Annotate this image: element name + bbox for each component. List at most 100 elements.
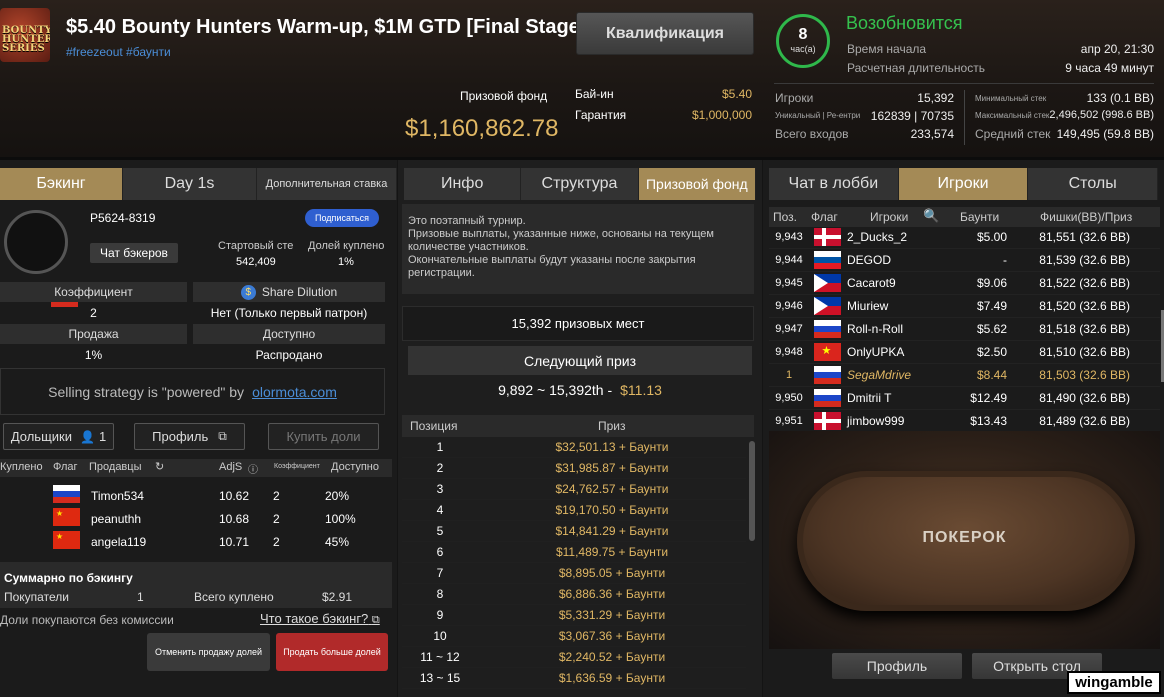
prize-row: 10 $3,067.36 + Баунти bbox=[402, 626, 746, 647]
russia-flag-icon bbox=[813, 366, 841, 384]
buy-shares-button[interactable]: Купить доли bbox=[268, 423, 379, 450]
max-stack-value: 2,496,502 (998.6 BB) bbox=[1049, 109, 1154, 121]
tab-day1s[interactable]: Day 1s bbox=[123, 168, 257, 200]
tab-lobby-chat[interactable]: Чат в лобби bbox=[769, 168, 899, 200]
players-list: 9,943 2_Ducks_2 $5.00 81,551 (32.6 BB) 9,94… bbox=[769, 226, 1160, 430]
russia-flag-icon bbox=[813, 320, 841, 338]
prize-row: 5 $14,841.29 + Баунти bbox=[402, 521, 746, 542]
prize-list-scrollbar[interactable] bbox=[749, 441, 755, 541]
min-stack-label: Минимальный стек bbox=[975, 94, 1047, 103]
share-dilution-value: Нет (Только первый патрон) bbox=[210, 306, 368, 320]
shareholders-label: Дольщики bbox=[10, 429, 72, 444]
tournament-tags[interactable]: #freezeout #баунти bbox=[66, 45, 171, 59]
buyers-label: Покупатели bbox=[4, 590, 69, 604]
seller-available: 20% bbox=[325, 488, 350, 503]
start-time-value: апр 20, 21:30 bbox=[1080, 42, 1154, 56]
min-stack-value: 133 (0.1 BB) bbox=[1086, 91, 1154, 105]
sell-more-button[interactable]: Продать больше долей bbox=[276, 633, 388, 671]
col-flag: Флаг bbox=[811, 210, 838, 224]
seller-row[interactable]: peanuthh 10.68 2 100% bbox=[0, 507, 392, 530]
col-flag: Флаг bbox=[53, 461, 78, 473]
available-value: Распродано bbox=[255, 348, 323, 362]
denmark-flag-icon bbox=[813, 228, 841, 246]
share-dilution-icon: $ bbox=[240, 284, 256, 300]
guarantee-label: Гарантия bbox=[575, 108, 627, 122]
tab-info[interactable]: Инфо bbox=[404, 168, 522, 200]
player-row[interactable]: 9,951 jimbow999 $13.43 81,489 (32.6 BB) bbox=[769, 410, 1160, 430]
tab-players[interactable]: Игроки bbox=[898, 168, 1029, 200]
tab-prize-pool[interactable]: Призовой фонд bbox=[638, 168, 756, 200]
col-players: Игроки bbox=[870, 210, 909, 224]
tab-extra-bet[interactable]: Дополнительная ставка bbox=[257, 168, 397, 200]
info-icon[interactable]: ⓘ bbox=[248, 461, 258, 476]
seller-coef: 2 bbox=[273, 511, 280, 526]
players-panel: Чат в лобби Игроки Столы Поз. Флаг Игрок… bbox=[763, 160, 1164, 697]
col-position: Поз. bbox=[773, 210, 797, 224]
col-chips: Фишки(BB)/Приз bbox=[1040, 210, 1133, 224]
backers-chat-button[interactable]: Чат бэкеров bbox=[90, 243, 178, 263]
prize-row: 11 ~ 12 $2,240.52 + Баунти bbox=[402, 647, 746, 668]
prize-panel: Инфо Структура Призовой фонд Это поэтапн… bbox=[398, 160, 762, 697]
player-row-highlighted[interactable]: 1 SegaMdrive $8.44 81,503 (32.6 BB) bbox=[769, 364, 1160, 387]
external-link-icon: ⧉ bbox=[371, 614, 380, 626]
prize-table-header: Позиция Приз bbox=[402, 415, 754, 437]
what-is-backing-link[interactable]: Что такое бэкинг? ⧉ bbox=[260, 611, 380, 627]
max-stack-label: Максимальный стек bbox=[975, 111, 1050, 120]
tournament-logo: BOUNTY HUNTERS SERIES bbox=[0, 8, 50, 62]
refresh-icon[interactable]: ↻ bbox=[155, 460, 164, 473]
qualification-button[interactable]: Квалификация bbox=[576, 12, 754, 55]
prize-row: 13 ~ 15 $1,636.59 + Баунти bbox=[402, 668, 746, 689]
vietnam-flag-icon bbox=[813, 343, 841, 361]
sale-label: Продажа bbox=[0, 324, 187, 344]
col-coef: Коэффициент bbox=[274, 463, 320, 470]
seller-row[interactable]: angela119 10.71 2 45% bbox=[0, 530, 392, 553]
player-row[interactable]: 9,944 DEGOD -81,539 (32.6 BB) bbox=[769, 249, 1160, 272]
denmark-flag-icon bbox=[813, 412, 841, 430]
player-profile-button[interactable]: Профиль bbox=[832, 653, 962, 679]
philippines-flag-icon bbox=[813, 297, 841, 315]
prize-note: Это поэтапный турнир. Призовые выплаты, … bbox=[402, 204, 754, 294]
tab-structure[interactable]: Структура bbox=[521, 168, 639, 200]
cancel-sale-button[interactable]: Отменить продажу долей bbox=[147, 633, 270, 671]
selling-strategy-link[interactable]: olormota.com bbox=[252, 384, 337, 400]
stats-vertical-divider bbox=[964, 90, 965, 145]
tournament-header: BOUNTY HUNTERS SERIES $5.40 Bounty Hunte… bbox=[0, 0, 1164, 157]
next-prize-label: Следующий приз bbox=[408, 346, 752, 375]
shareholders-button[interactable]: Дольщики 👤 1 bbox=[3, 423, 114, 450]
buyin-value: $5.40 bbox=[721, 87, 752, 101]
prize-row: 1 $32,501.13 + Баунти bbox=[402, 437, 746, 458]
unique-reentry-label: Уникальный | Ре-ентри bbox=[775, 111, 861, 120]
prize-pool-value: $1,160,862.78 bbox=[405, 115, 559, 142]
tab-tables[interactable]: Столы bbox=[1028, 168, 1159, 200]
backing-summary: Суммарно по бэкингу Покупатели 1 Всего к… bbox=[0, 562, 392, 608]
slovenia-flag-icon bbox=[813, 251, 841, 269]
china-flag-icon bbox=[53, 508, 80, 526]
player-row[interactable]: 9,948OnlyUPKA$2.5081,510 (32.6 BB) bbox=[769, 341, 1160, 364]
seller-available: 45% bbox=[325, 534, 350, 549]
tab-backing[interactable]: Бэкинг bbox=[0, 168, 123, 200]
player-row[interactable]: 9,947 Roll-n-Roll $5.62 81,518 (32.6 BB) bbox=[769, 318, 1160, 341]
col-prize: Приз bbox=[598, 419, 626, 433]
start-stack-label: Стартовый сте bbox=[218, 240, 294, 252]
seller-name: Timon534 bbox=[91, 488, 144, 503]
philippines-flag-icon bbox=[813, 274, 841, 292]
profile-button[interactable]: Профиль ⧉ bbox=[134, 423, 245, 450]
player-row[interactable]: 9,950 Dmitrii T $12.49 81,490 (32.6 BB) bbox=[769, 387, 1160, 410]
subscribe-button[interactable]: Подписаться bbox=[305, 209, 379, 227]
backing-panel: Бэкинг Day 1s Дополнительная ставка P562… bbox=[0, 160, 397, 697]
col-sellers: Продавцы bbox=[89, 461, 142, 473]
shareholders-count: 1 bbox=[98, 429, 107, 444]
player-row[interactable]: 9,946 Miuriew $7.49 81,520 (32.6 BB) bbox=[769, 295, 1160, 318]
col-bought: Куплено bbox=[0, 461, 43, 473]
shares-sold-value: 1% bbox=[338, 256, 354, 268]
total-bought-value: $2.91 bbox=[322, 590, 353, 604]
seller-row[interactable]: Timon534 10.62 2 20% bbox=[0, 484, 392, 507]
search-icon[interactable]: 🔍 bbox=[923, 208, 939, 224]
player-row[interactable]: 9,943 2_Ducks_2 $5.00 81,551 (32.6 BB) bbox=[769, 226, 1160, 249]
player-row[interactable]: 9,945 Cacarot9 $9.06 81,522 (32.6 BB) bbox=[769, 272, 1160, 295]
prize-pool-label: Призовой фонд bbox=[460, 89, 548, 103]
external-link-icon: ⧉ bbox=[218, 429, 227, 443]
share-dilution-header: $ Share Dilution bbox=[193, 282, 385, 302]
paid-places: 15,392 призовых мест bbox=[402, 306, 754, 341]
note-line: количестве участников. bbox=[408, 241, 529, 253]
